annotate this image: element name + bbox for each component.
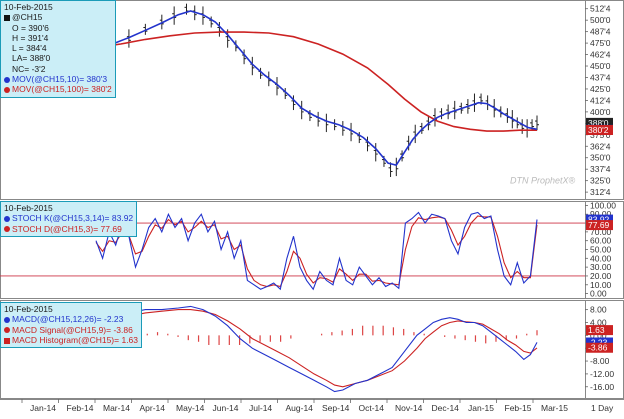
stoch-legend-k: STOCH K(@CH15,3,14)= 83.92 xyxy=(12,213,134,224)
y-tick-label: 475'0 xyxy=(590,38,611,48)
chart-root: DTN ProphetX® 512'4 500'0 487'4 475'0 462'4 4… xyxy=(0,0,624,414)
x-tick-label: Sep-14 xyxy=(322,403,350,413)
stoch-legend-d: STOCH D(@CH15,3)= 77.69 xyxy=(12,223,122,234)
y-tick-label: 362'4 xyxy=(590,141,611,151)
macd-legend-hist: MACD Histogram(@CH15)= 1.63 xyxy=(12,334,139,345)
price-legend-ma-fast: MOV(@CH15,10)= 380'3 xyxy=(12,74,108,85)
price-legend: 10-Feb-2015 @CH15 O = 390'6 H = 391'4 L … xyxy=(0,0,116,98)
price-legend-low: L = 384'4 xyxy=(12,43,47,54)
macd-icon xyxy=(4,317,10,324)
x-tick-label: May-14 xyxy=(176,403,205,413)
ma-slow-icon xyxy=(4,87,10,94)
price-legend-date: 10-Feb-2015 xyxy=(4,2,53,12)
stoch-d-icon xyxy=(4,226,10,233)
macd-legend-signal: MACD Signal(@CH15,9)= -3.86 xyxy=(12,324,133,335)
macd-legend-macd: MACD(@CH15,12,26)= -2.23 xyxy=(12,314,124,325)
x-tick-label: Jan-14 xyxy=(30,403,56,413)
x-tick-label: Feb-15 xyxy=(505,403,532,413)
y-tick-label: 437'4 xyxy=(590,72,611,82)
price-legend-ma-slow: MOV(@CH15,100)= 380'2 xyxy=(12,84,112,95)
y-tick-label: -8.00 xyxy=(590,356,610,366)
stoch-k-icon xyxy=(4,216,10,223)
y-tick-label: 0.00 xyxy=(590,289,607,299)
value-badge-label: 1.63 xyxy=(588,325,605,335)
y-tick-label: -12.00 xyxy=(590,369,614,379)
x-tick-label: Apr-14 xyxy=(140,403,166,413)
x-tick-label: Feb-14 xyxy=(67,403,94,413)
macd-legend: 10-Feb-2015 MACD(@CH15,12,26)= -2.23 MAC… xyxy=(0,302,143,349)
stoch-legend-date: 10-Feb-2015 xyxy=(4,203,53,213)
ma-fast-icon xyxy=(4,76,10,83)
price-legend-high: H = 391'4 xyxy=(12,32,49,43)
y-tick-label: 462'4 xyxy=(590,50,611,60)
value-badge-label: 380'2 xyxy=(588,125,609,135)
y-tick-label: 350'0 xyxy=(590,153,611,163)
x-tick-label: Jul-14 xyxy=(249,403,272,413)
value-badge-label: 77.69 xyxy=(588,220,610,230)
x-axis: Jan-14 Feb-14 Mar-14 Apr-14 May-14 Jun-14 Jul-… xyxy=(0,399,624,413)
value-badge-label: -3.86 xyxy=(588,343,608,353)
x-tick-label: Jun-14 xyxy=(213,403,239,413)
price-legend-symbol: @CH15 xyxy=(12,12,43,23)
y-tick-label: 512'4 xyxy=(590,4,611,14)
y-tick-label: 312'4 xyxy=(590,187,611,197)
x-tick-label: Mar-14 xyxy=(103,403,130,413)
stoch-legend: 10-Feb-2015 STOCH K(@CH15,3,14)= 83.92 S… xyxy=(0,201,138,237)
period-label: 1 Day xyxy=(591,403,614,413)
x-tick-label: Oct-14 xyxy=(359,403,385,413)
x-tick-label: Aug-14 xyxy=(286,403,314,413)
y-tick-label: 500'0 xyxy=(590,15,611,25)
y-tick-label: 400'0 xyxy=(590,107,611,117)
x-tick-label: Dec-14 xyxy=(432,403,460,413)
price-legend-open: O = 390'6 xyxy=(12,22,49,33)
y-tick-label: 425'0 xyxy=(590,84,611,94)
macd-hist-icon xyxy=(4,337,10,344)
y-tick-label: 412'4 xyxy=(590,95,611,105)
y-tick-label: 8.00 xyxy=(590,305,607,315)
symbol-icon xyxy=(4,15,10,22)
watermark: DTN ProphetX® xyxy=(510,175,576,185)
x-tick-label: Mar-15 xyxy=(541,403,568,413)
x-tick-label: Jan-15 xyxy=(468,403,494,413)
y-tick-label: 487'4 xyxy=(590,27,611,37)
y-tick-label: 325'0 xyxy=(590,176,611,186)
price-legend-last: LA= 388'0 xyxy=(12,53,51,64)
y-tick-label: 337'4 xyxy=(590,164,611,174)
macd-legend-date: 10-Feb-2015 xyxy=(4,304,53,314)
y-tick-label: 450'0 xyxy=(590,61,611,71)
x-tick-label: Nov-14 xyxy=(395,403,423,413)
y-tick-label: -16.00 xyxy=(590,382,614,392)
macd-signal-icon xyxy=(4,327,10,334)
price-legend-change: NC= -3'2 xyxy=(12,63,46,74)
